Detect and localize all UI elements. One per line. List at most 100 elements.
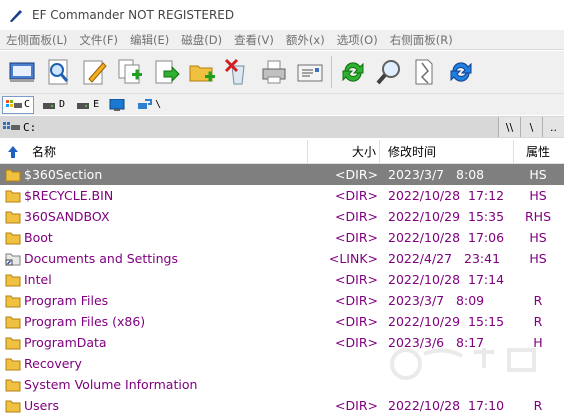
drive-d-button[interactable]: D (38, 96, 68, 114)
green-refresh-icon (342, 62, 364, 82)
copy-plus-icon (118, 59, 142, 84)
file-date: 2022/4/27 23:41 (388, 251, 501, 266)
file-row[interactable]: Documents and Settings <LINK> 2022/4/27 23… (0, 248, 564, 269)
system-drive-icon (3, 122, 20, 130)
menu-item[interactable]: 右侧面板(R) (384, 32, 459, 48)
magnifier-document-icon (48, 59, 69, 85)
file-row[interactable]: Program Files <DIR> 2023/3/7 8:09 R (0, 290, 564, 311)
file-size: <DIR> (335, 398, 378, 413)
refresh-right-button[interactable] (443, 54, 479, 90)
menu-item[interactable]: 文件(F) (73, 32, 124, 48)
drive-list-button[interactable] (4, 54, 40, 90)
file-date: 2022/10/28 17:12 (388, 188, 505, 203)
new-folder-icon (189, 65, 215, 82)
file-attr: R (533, 314, 543, 329)
delete-button[interactable] (220, 54, 256, 90)
refresh-left-button[interactable] (335, 54, 371, 90)
monitor-icon (109, 98, 125, 111)
menu-item[interactable]: 选项(O) (331, 32, 384, 48)
folder-icon (5, 269, 23, 290)
file-size: <DIR> (335, 272, 378, 287)
file-size: <DIR> (335, 167, 378, 182)
printer-icon (262, 60, 286, 84)
search-icon (376, 60, 400, 85)
menu-item[interactable]: 编辑(E) (124, 32, 175, 48)
drive-e-button[interactable]: E (72, 96, 102, 114)
root-path-button[interactable]: \ (520, 117, 542, 137)
file-row[interactable]: Intel <DIR> 2022/10/28 17:14 (0, 269, 564, 290)
ef-commander-window: EF Commander NOT REGISTERED 左侧面板(L) 文件(F)… (0, 0, 564, 415)
file-name: Program Files (x86) (24, 314, 146, 329)
new-folder-button[interactable] (184, 54, 220, 90)
file-date: 2022/10/29 15:15 (388, 314, 505, 329)
file-size: <DIR> (335, 188, 378, 203)
envelope-icon (297, 64, 323, 82)
desktop-button[interactable] (106, 96, 130, 114)
file-name: ProgramData (24, 335, 107, 350)
file-attr: HS (529, 230, 547, 245)
file-size (300, 353, 378, 374)
file-name: Users (24, 398, 60, 413)
file-date: 2022/10/28 17:14 (388, 272, 505, 287)
print-button[interactable] (256, 54, 292, 90)
menu-bar: 左侧面板(L) 文件(F) 编辑(E) 磁盘(D) 查看(V) 额外(x) 选项(O) 右侧面… (0, 30, 564, 50)
blue-refresh-icon (450, 62, 472, 82)
file-size: <DIR> (335, 209, 378, 224)
column-size[interactable]: 大小 (308, 140, 380, 164)
compare-documents-icon (415, 59, 433, 85)
folder-icon (5, 185, 23, 206)
find-button[interactable] (40, 54, 76, 90)
menu-item[interactable]: 左侧面板(L) (0, 32, 73, 48)
column-date[interactable]: 修改时间 (380, 140, 514, 164)
file-attr: HS (529, 188, 547, 203)
column-separator (22, 140, 308, 164)
menu-item[interactable]: 磁盘(D) (175, 32, 228, 48)
file-row[interactable]: 360SANDBOX <DIR> 2022/10/29 15:35 RHS (0, 206, 564, 227)
folder-icon (5, 353, 23, 374)
menu-item[interactable]: 查看(V) (228, 32, 280, 48)
drive-letter: \ (155, 99, 162, 110)
file-row[interactable]: $360Section <DIR> 2023/3/7 8:08 HS (0, 164, 564, 185)
network-share-icon (138, 98, 153, 109)
file-date: 2023/3/7 8:09 (388, 293, 485, 308)
search-button[interactable] (371, 54, 407, 90)
folder-icon (5, 164, 23, 185)
parent-path-button[interactable]: .. (542, 117, 564, 137)
file-attr: R (533, 293, 543, 308)
file-attr: RHS (524, 209, 552, 224)
file-attr (514, 269, 562, 290)
file-name: Intel (24, 272, 52, 287)
link-folder-icon (5, 248, 23, 269)
compare-button[interactable] (407, 54, 443, 90)
file-list-header: 名称 大小 修改时间 属性 (0, 140, 564, 164)
file-row[interactable]: Program Files (x86) <DIR> 2022/10/29 15:15… (0, 311, 564, 332)
title-bar: EF Commander NOT REGISTERED (0, 0, 564, 30)
file-attr: HS (529, 251, 547, 266)
column-attr[interactable]: 属性 (514, 140, 562, 164)
folder-icon (5, 311, 23, 332)
menu-item[interactable]: 额外(x) (280, 32, 331, 48)
network-root-path-button[interactable]: \\ (498, 117, 520, 137)
sort-up-arrow-icon[interactable] (7, 145, 19, 159)
edit-button[interactable] (76, 54, 112, 90)
folder-icon (5, 332, 23, 353)
drive-bar: C D E \ (0, 93, 564, 115)
drive-letter: D (59, 99, 66, 110)
recycle-bin-delete-icon (224, 58, 245, 85)
file-attr: HS (529, 167, 547, 182)
email-button[interactable] (292, 54, 328, 90)
path-bar: C: \\ \ .. (0, 116, 564, 138)
copy-button[interactable] (112, 54, 148, 90)
network-root-button[interactable]: \ (134, 96, 164, 114)
toolbar-separator (331, 56, 332, 88)
drive-c-button[interactable]: C (2, 95, 35, 114)
hard-drive-icon (77, 102, 90, 109)
file-row[interactable]: Boot <DIR> 2022/10/28 17:06 HS (0, 227, 564, 248)
move-button[interactable] (148, 54, 184, 90)
drive-letter: C (24, 99, 31, 110)
system-drive-icon (6, 99, 22, 108)
pen-app-icon (10, 10, 22, 22)
pencil-document-icon (83, 60, 107, 85)
current-path[interactable]: C: (23, 121, 498, 134)
file-row[interactable]: $RECYCLE.BIN <DIR> 2022/10/28 17:12 HS (0, 185, 564, 206)
